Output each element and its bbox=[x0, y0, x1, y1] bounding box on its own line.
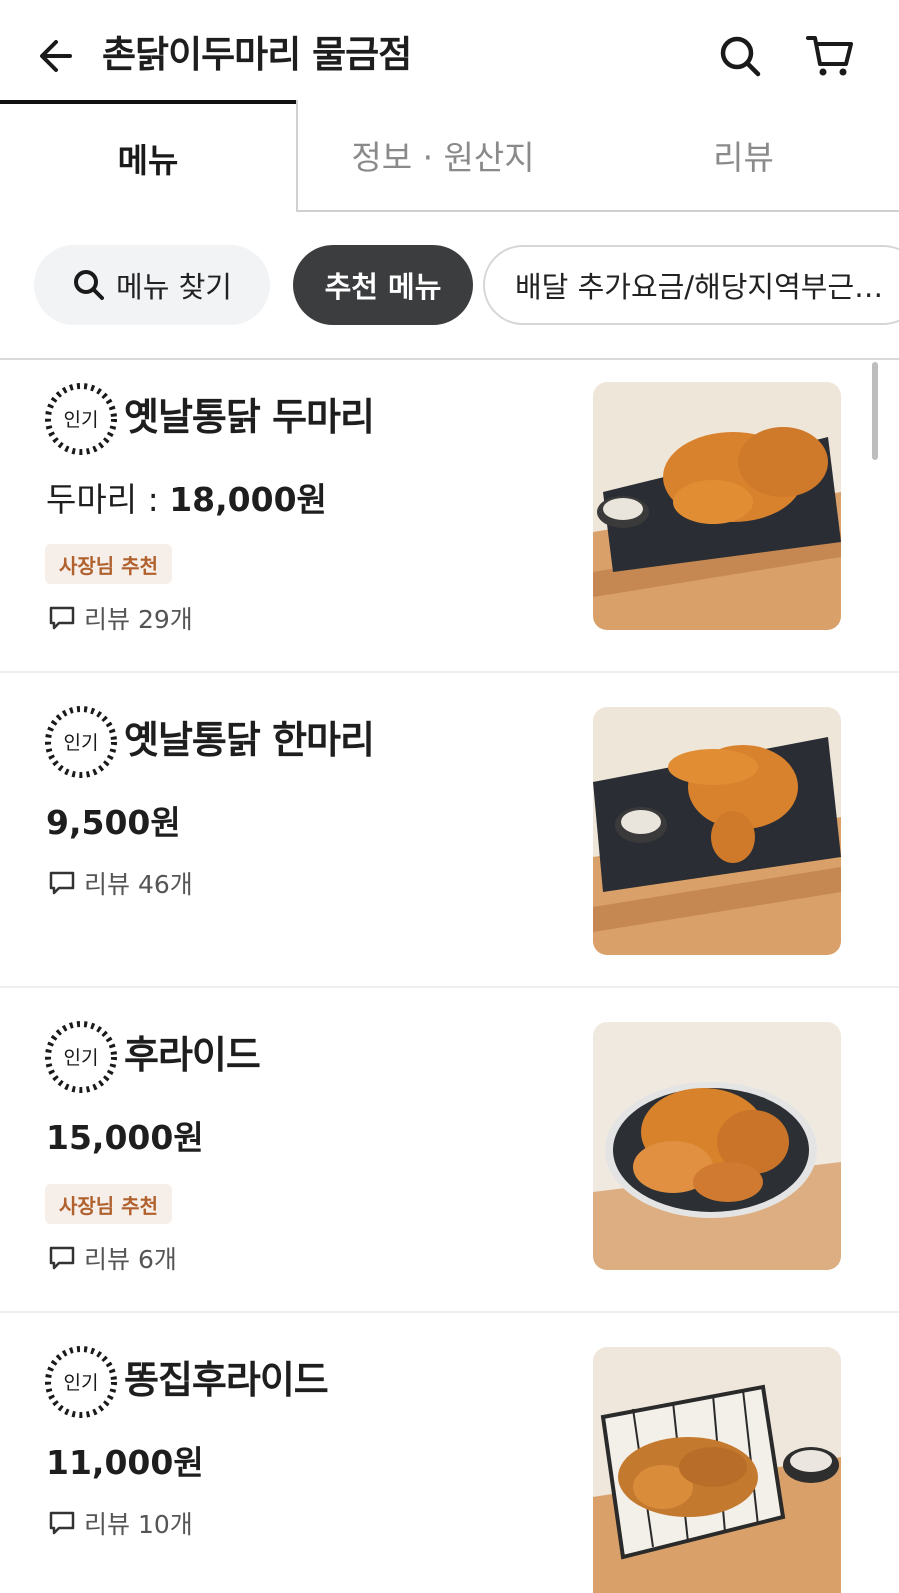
cart-icon bbox=[806, 36, 853, 76]
comment-icon bbox=[49, 606, 75, 630]
review-count: 리뷰 29개 bbox=[48, 600, 193, 636]
owner-recommend-tag: 사장님 추천 bbox=[45, 1184, 172, 1224]
menu-item[interactable]: 인기 똥집후라이드 11,000원 리뷰 10개 bbox=[0, 1313, 899, 1593]
review-count: 리뷰 46개 bbox=[48, 865, 193, 901]
price-amount: 11,000원 bbox=[46, 1443, 204, 1482]
menu-item-name: 옛날통닭 한마리 bbox=[124, 718, 375, 762]
menu-item[interactable]: 인기 후라이드 15,000원 사장님 추천 리뷰 6개 bbox=[0, 988, 899, 1313]
search-icon bbox=[720, 36, 761, 77]
popular-badge: 인기 bbox=[44, 382, 118, 456]
review-count-label: 리뷰 46개 bbox=[84, 870, 193, 899]
popular-badge-label: 인기 bbox=[64, 732, 99, 754]
tab-info-origin[interactable]: 정보 · 원산지 bbox=[296, 100, 588, 212]
popular-badge: 인기 bbox=[44, 705, 118, 779]
menu-item-price: 15,000원 bbox=[46, 1116, 204, 1160]
menu-item-price: 11,000원 bbox=[46, 1441, 204, 1485]
store-title: 촌닭이두마리 물금점 bbox=[102, 33, 412, 76]
recommended-menu-chip[interactable]: 추천 메뉴 bbox=[293, 245, 473, 325]
menu-item-image[interactable] bbox=[593, 1022, 841, 1270]
menu-search-label: 메뉴 찾기 bbox=[116, 270, 232, 304]
menu-search-chip[interactable]: 메뉴 찾기 bbox=[34, 245, 270, 325]
owner-recommend-tag: 사장님 추천 bbox=[45, 544, 172, 584]
price-prefix: 두마리 : bbox=[46, 480, 170, 519]
price-amount: 18,000원 bbox=[169, 480, 327, 519]
back-button[interactable] bbox=[30, 30, 82, 82]
menu-item[interactable]: 인기 옛날통닭 두마리 두마리 : 18,000원 사장님 추천 리뷰 29개 bbox=[0, 360, 899, 673]
comment-icon bbox=[49, 1246, 75, 1270]
price-amount: 15,000원 bbox=[46, 1118, 204, 1157]
app-header: 촌닭이두마리 물금점 bbox=[0, 0, 899, 104]
popular-badge-label: 인기 bbox=[64, 1372, 99, 1394]
menu-filter-chips: 메뉴 찾기 추천 메뉴 배달 추가요금/해당지역부근… bbox=[0, 245, 899, 327]
menu-item-price: 9,500원 bbox=[46, 801, 181, 845]
menu-item-image[interactable] bbox=[593, 707, 841, 955]
review-count: 리뷰 6개 bbox=[48, 1240, 177, 1276]
review-count-label: 리뷰 10개 bbox=[84, 1510, 193, 1539]
review-count-label: 리뷰 6개 bbox=[84, 1245, 177, 1274]
comment-icon bbox=[49, 871, 75, 895]
store-tabs: 메뉴 정보 · 원산지 리뷰 bbox=[0, 100, 899, 212]
menu-item-price: 두마리 : 18,000원 bbox=[46, 478, 327, 522]
popular-badge-label: 인기 bbox=[64, 409, 99, 431]
popular-badge-label: 인기 bbox=[64, 1047, 99, 1069]
menu-item[interactable]: 인기 옛날통닭 한마리 9,500원 리뷰 46개 bbox=[0, 673, 899, 988]
search-button[interactable] bbox=[714, 30, 766, 82]
tab-review[interactable]: 리뷰 bbox=[588, 100, 899, 212]
price-amount: 9,500원 bbox=[46, 803, 181, 842]
tab-menu[interactable]: 메뉴 bbox=[0, 100, 296, 212]
delivery-fee-chip[interactable]: 배달 추가요금/해당지역부근… bbox=[483, 245, 899, 325]
review-count: 리뷰 10개 bbox=[48, 1505, 193, 1541]
menu-item-name: 똥집후라이드 bbox=[124, 1358, 329, 1402]
search-icon bbox=[74, 270, 105, 300]
menu-item-name: 후라이드 bbox=[124, 1033, 261, 1077]
cart-button[interactable] bbox=[804, 30, 856, 82]
menu-item-name: 옛날통닭 두마리 bbox=[124, 395, 375, 439]
review-count-label: 리뷰 29개 bbox=[84, 605, 193, 634]
comment-icon bbox=[49, 1511, 75, 1535]
menu-item-image[interactable] bbox=[593, 1347, 841, 1593]
arrow-left-icon bbox=[40, 40, 72, 72]
menu-item-image[interactable] bbox=[593, 382, 841, 630]
popular-badge: 인기 bbox=[44, 1020, 118, 1094]
popular-badge: 인기 bbox=[44, 1345, 118, 1419]
